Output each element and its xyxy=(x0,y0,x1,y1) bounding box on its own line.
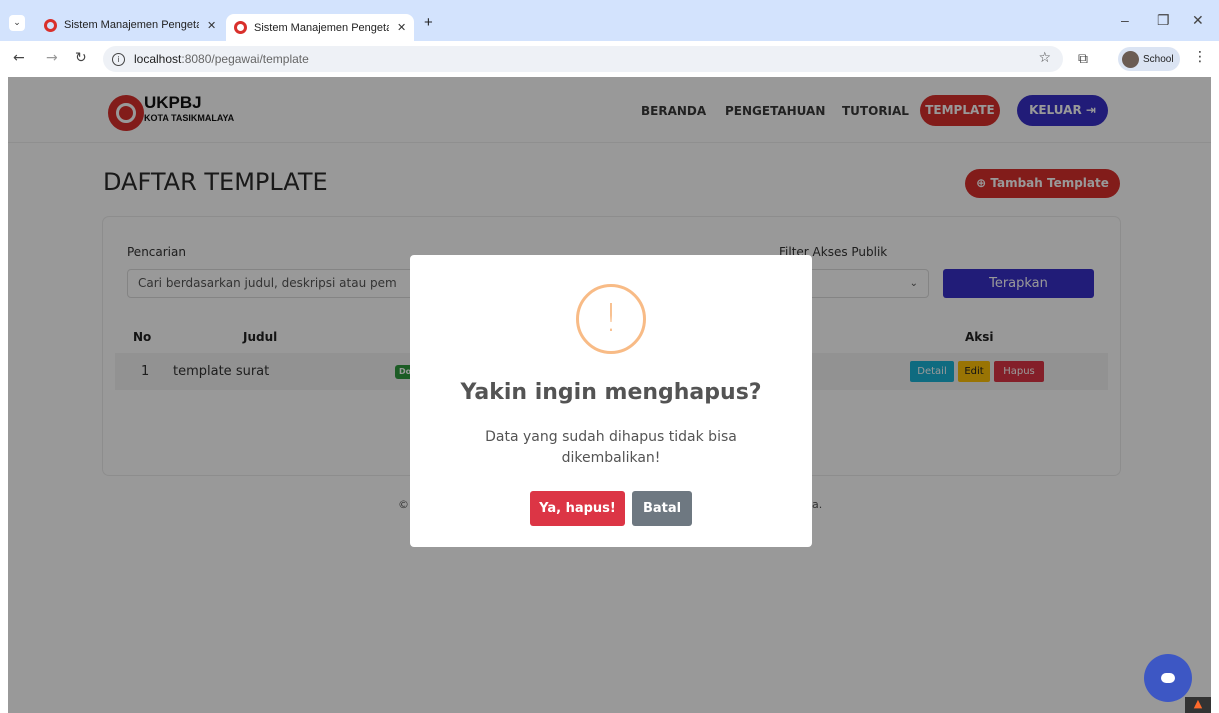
close-icon[interactable]: ✕ xyxy=(207,19,216,32)
cancel-button[interactable]: Batal xyxy=(632,491,692,526)
close-icon[interactable]: ✕ xyxy=(397,21,406,34)
forward-icon[interactable]: → xyxy=(46,50,58,66)
profile-label: School xyxy=(1143,53,1174,65)
more-menu-icon[interactable]: ⋮ xyxy=(1193,49,1207,65)
extensions-icon[interactable]: ⧉ xyxy=(1078,51,1088,67)
minimize-icon[interactable]: – xyxy=(1121,12,1129,28)
chat-bubble-icon[interactable] xyxy=(1144,654,1192,702)
warning-icon: ! xyxy=(576,284,646,354)
favicon-icon xyxy=(44,18,57,32)
favicon-icon xyxy=(234,21,247,34)
page-content: UKPBJ KOTA TASIKMALAYA BERANDA PENGETAHU… xyxy=(8,77,1211,713)
browser-tab-2-active[interactable]: Sistem Manajemen Pengetahuan ✕ xyxy=(226,14,414,41)
url-field[interactable]: i localhost:8080/pegawai/template ☆ xyxy=(103,46,1063,72)
browser-tab-bar: ⌄ Sistem Manajemen Pengetahuan ✕ Sistem … xyxy=(0,0,1219,41)
restore-icon[interactable]: ❐ xyxy=(1157,12,1170,29)
info-icon[interactable]: i xyxy=(112,52,125,66)
avatar xyxy=(1122,50,1139,68)
tab-title: Sistem Manajemen Pengetahuan xyxy=(254,21,389,34)
delete-confirm-dialog: ! Yakin ingin menghapus? Data yang sudah… xyxy=(410,255,812,547)
tab-search-icon[interactable]: ⌄ xyxy=(9,15,25,31)
browser-tab-1[interactable]: Sistem Manajemen Pengetahuan ✕ xyxy=(44,14,224,36)
back-icon[interactable]: ← xyxy=(13,50,25,66)
bookmark-star-icon[interactable]: ☆ xyxy=(1038,50,1051,66)
flame-icon[interactable]: ▲ xyxy=(1185,697,1211,713)
profile-button[interactable]: School xyxy=(1118,47,1180,71)
confirm-delete-button[interactable]: Ya, hapus! xyxy=(530,491,625,526)
close-window-icon[interactable]: ✕ xyxy=(1192,12,1204,29)
tab-title: Sistem Manajemen Pengetahuan xyxy=(64,19,199,31)
dialog-message: Data yang sudah dihapus tidak bisa dikem… xyxy=(485,429,737,466)
dialog-title: Yakin ingin menghapus? xyxy=(460,380,762,405)
address-bar: ← → ↻ i localhost:8080/pegawai/template … xyxy=(0,41,1219,77)
url-text: localhost:8080/pegawai/template xyxy=(134,52,309,66)
new-tab-button[interactable]: + xyxy=(424,14,433,31)
reload-icon[interactable]: ↻ xyxy=(75,50,87,66)
